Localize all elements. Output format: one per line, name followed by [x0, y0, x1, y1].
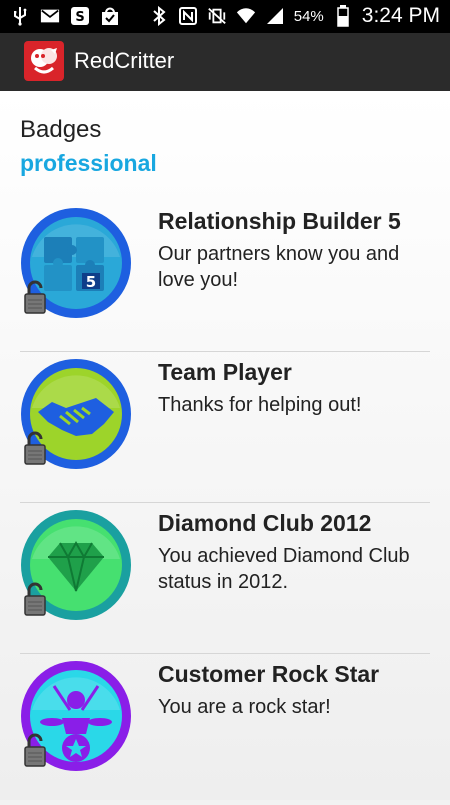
- wifi-icon: [236, 6, 256, 26]
- badge-text: Team Player Thanks for helping out!: [158, 358, 430, 418]
- badge-description: You achieved Diamond Club status in 2012…: [158, 545, 410, 593]
- status-bar-left: S: [10, 6, 120, 26]
- section-subtitle: professional: [20, 150, 157, 176]
- clock: 3:24 PM: [361, 4, 440, 27]
- lock-icon: [24, 733, 46, 767]
- gmail-icon: [40, 6, 60, 26]
- usb-icon: [10, 6, 30, 26]
- badge-row-diamond-club-2012[interactable]: Diamond Club 2012 You achieved Diamond C…: [20, 504, 430, 654]
- status-bar: S 54% 3:24 PM: [0, 0, 450, 33]
- badge-text: Customer Rock Star You are a rock star!: [158, 660, 430, 720]
- badge-description: Thanks for helping out!: [158, 394, 362, 416]
- badge-name: Relationship Builder 5: [158, 208, 401, 234]
- badge-description: Our partners know you and love you!: [158, 243, 400, 291]
- badge-name: Diamond Club 2012: [158, 510, 372, 536]
- signal-icon: [265, 6, 285, 26]
- battery-percent: 54%: [293, 7, 324, 25]
- badge-row-relationship-builder-5[interactable]: 5 Relationship Builder 5 Our partners kn…: [20, 202, 430, 352]
- svg-text:5: 5: [86, 273, 96, 291]
- redcritter-logo-icon[interactable]: [24, 41, 64, 81]
- battery-icon: [333, 5, 353, 27]
- badge-description: You are a rock star!: [158, 696, 331, 718]
- app-bar: RedCritter: [0, 33, 450, 91]
- badge-row-team-player[interactable]: Team Player Thanks for helping out!: [20, 353, 430, 503]
- lock-icon: [24, 431, 46, 465]
- badge-name: Customer Rock Star: [158, 661, 380, 687]
- shopping-bag-icon: [100, 6, 120, 26]
- vibrate-mute-icon: [207, 6, 227, 26]
- app-title: RedCritter: [74, 48, 175, 73]
- badge-row-customer-rock-star[interactable]: Customer Rock Star You are a rock star!: [20, 655, 430, 805]
- section-title: Badges: [20, 116, 102, 143]
- status-bar-right: 54% 3:24 PM: [149, 4, 440, 28]
- badges-content: Badges professional 5 Relationship Build…: [0, 91, 450, 800]
- shazam-icon: S: [70, 6, 90, 26]
- badge-text: Diamond Club 2012 You achieved Diamond C…: [158, 509, 430, 595]
- bluetooth-icon: [149, 6, 169, 26]
- lock-icon: [24, 582, 46, 616]
- lock-icon: [24, 280, 46, 314]
- nfc-icon: [178, 6, 198, 26]
- svg-text:S: S: [75, 10, 84, 25]
- badge-name: Team Player: [158, 359, 292, 385]
- badge-text: Relationship Builder 5 Our partners know…: [158, 207, 430, 293]
